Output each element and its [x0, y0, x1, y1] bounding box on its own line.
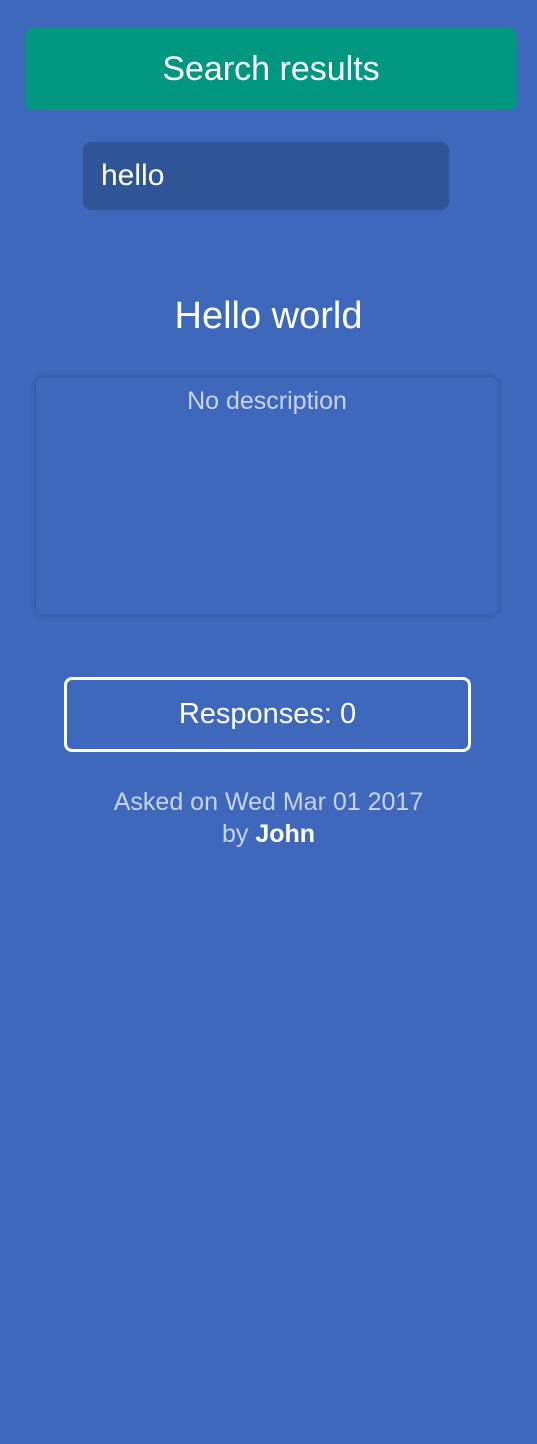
asked-date: Wed Mar 01 2017: [224, 788, 424, 816]
header-title: Search results: [162, 49, 380, 88]
result-title: Hello world: [174, 295, 363, 337]
asked-prefix: Asked on: [113, 788, 218, 816]
description-card: No description: [36, 377, 498, 615]
by-prefix: by: [221, 820, 249, 848]
responses-button[interactable]: Responses: 0: [64, 677, 471, 752]
description-text: No description: [187, 387, 347, 415]
asked-meta: Asked on Wed Mar 01 2017 by John: [0, 786, 537, 850]
author-line: by John: [0, 818, 537, 850]
asked-line: Asked on Wed Mar 01 2017: [0, 786, 537, 818]
author-name: John: [255, 820, 316, 848]
search-results-header: Search results: [25, 28, 517, 110]
search-input[interactable]: [83, 142, 449, 210]
